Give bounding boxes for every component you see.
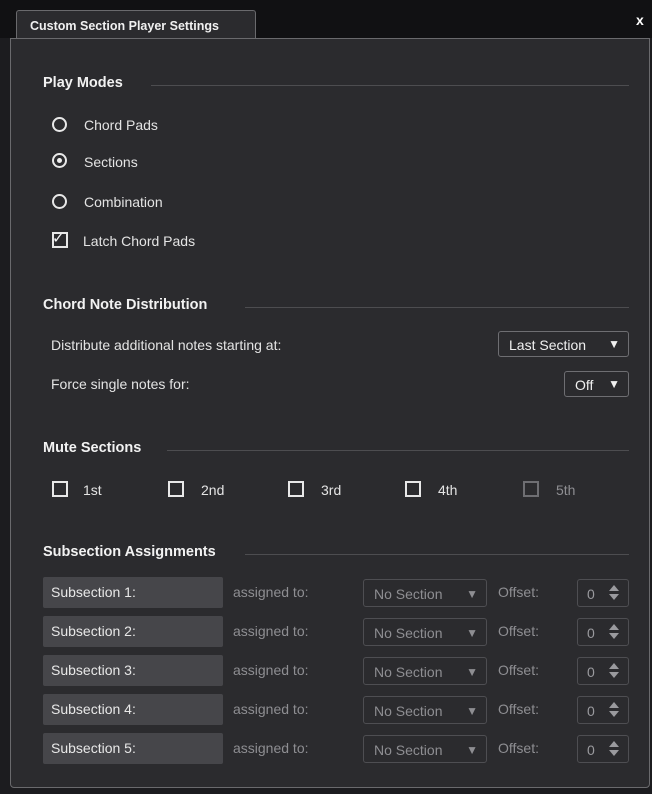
checkbox-label: 2nd <box>201 482 225 498</box>
mute-sections-title: Mute Sections <box>43 440 142 456</box>
force-single-dropdown[interactable]: Off ▼ <box>564 371 629 397</box>
assigned-to-label: assigned to: <box>233 584 309 600</box>
play-modes-title: Play Modes <box>43 75 123 91</box>
offset-label: Offset: <box>498 662 539 678</box>
offset-label: Offset: <box>498 584 539 600</box>
assigned-to-label: assigned to: <box>233 662 309 678</box>
radio-selected-icon[interactable] <box>52 153 67 168</box>
triangle-down-icon: ▼ <box>466 665 478 679</box>
section-dropdown[interactable]: No Section ▼ <box>363 579 487 607</box>
section-dropdown[interactable]: No Section ▼ <box>363 696 487 724</box>
radio-icon[interactable] <box>52 194 67 209</box>
divider <box>151 85 629 86</box>
tab-title: Custom Section Player Settings <box>30 19 219 33</box>
subsection-name: Subsection 1: <box>43 577 223 608</box>
section-dropdown[interactable]: No Section ▼ <box>363 657 487 685</box>
assigned-to-label: assigned to: <box>233 701 309 717</box>
subsection-name: Subsection 3: <box>43 655 223 686</box>
checkbox-icon[interactable] <box>52 481 68 497</box>
settings-panel: Play Modes Chord Pads Sections Combinati… <box>10 38 650 788</box>
subsection-name: Subsection 4: <box>43 694 223 725</box>
dropdown-value: Last Section <box>509 337 587 353</box>
radio-label: Combination <box>84 194 163 210</box>
divider <box>245 307 629 308</box>
offset-label: Offset: <box>498 740 539 756</box>
triangle-down-icon: ▼ <box>466 626 478 640</box>
checkbox-label: 4th <box>438 482 458 498</box>
tab-custom-section-player-settings[interactable]: Custom Section Player Settings <box>16 10 256 40</box>
checkbox-label: 1st <box>83 482 102 498</box>
triangle-down-icon: ▼ <box>608 377 620 391</box>
up-down-arrows-icon[interactable] <box>609 741 619 757</box>
offset-spinner[interactable]: 0 <box>577 735 629 763</box>
distribute-start-dropdown[interactable]: Last Section ▼ <box>498 331 629 357</box>
triangle-down-icon: ▼ <box>466 743 478 757</box>
checkbox-label: 3rd <box>321 482 342 498</box>
triangle-down-icon: ▼ <box>608 337 620 351</box>
up-down-arrows-icon[interactable] <box>609 702 619 718</box>
offset-label: Offset: <box>498 623 539 639</box>
checkbox-checked-icon[interactable]: ✓ <box>52 230 68 248</box>
subsection-name: Subsection 5: <box>43 733 223 764</box>
triangle-down-icon: ▼ <box>466 587 478 601</box>
section-dropdown[interactable]: No Section ▼ <box>363 618 487 646</box>
up-down-arrows-icon[interactable] <box>609 585 619 601</box>
checkbox-label: 5th <box>556 482 576 498</box>
tab-bar: Custom Section Player Settings x <box>0 0 652 40</box>
assigned-to-label: assigned to: <box>233 740 309 756</box>
divider <box>245 554 629 555</box>
dropdown-value: Off <box>575 377 594 393</box>
offset-spinner[interactable]: 0 <box>577 657 629 685</box>
checkbox-icon[interactable] <box>405 481 421 497</box>
chord-note-distribution-title: Chord Note Distribution <box>43 297 208 313</box>
assigned-to-label: assigned to: <box>233 623 309 639</box>
close-icon[interactable]: x <box>636 12 644 28</box>
offset-spinner[interactable]: 0 <box>577 696 629 724</box>
offset-label: Offset: <box>498 701 539 717</box>
checkbox-icon[interactable] <box>288 481 304 497</box>
subsection-assignments-title: Subsection Assignments <box>43 544 216 560</box>
force-single-label: Force single notes for: <box>51 376 190 392</box>
triangle-down-icon: ▼ <box>466 704 478 718</box>
checkmark-icon: ✓ <box>52 230 65 247</box>
section-dropdown[interactable]: No Section ▼ <box>363 735 487 763</box>
checkbox-disabled-icon[interactable] <box>523 481 539 497</box>
checkbox-icon[interactable] <box>168 481 184 497</box>
offset-spinner[interactable]: 0 <box>577 579 629 607</box>
checkbox-label: Latch Chord Pads <box>83 233 196 249</box>
radio-icon[interactable] <box>52 117 67 132</box>
radio-label: Chord Pads <box>84 117 158 133</box>
distribute-label: Distribute additional notes starting at: <box>51 337 282 353</box>
up-down-arrows-icon[interactable] <box>609 624 619 640</box>
divider <box>167 450 629 451</box>
offset-spinner[interactable]: 0 <box>577 618 629 646</box>
subsection-name: Subsection 2: <box>43 616 223 647</box>
up-down-arrows-icon[interactable] <box>609 663 619 679</box>
radio-label: Sections <box>84 154 138 170</box>
